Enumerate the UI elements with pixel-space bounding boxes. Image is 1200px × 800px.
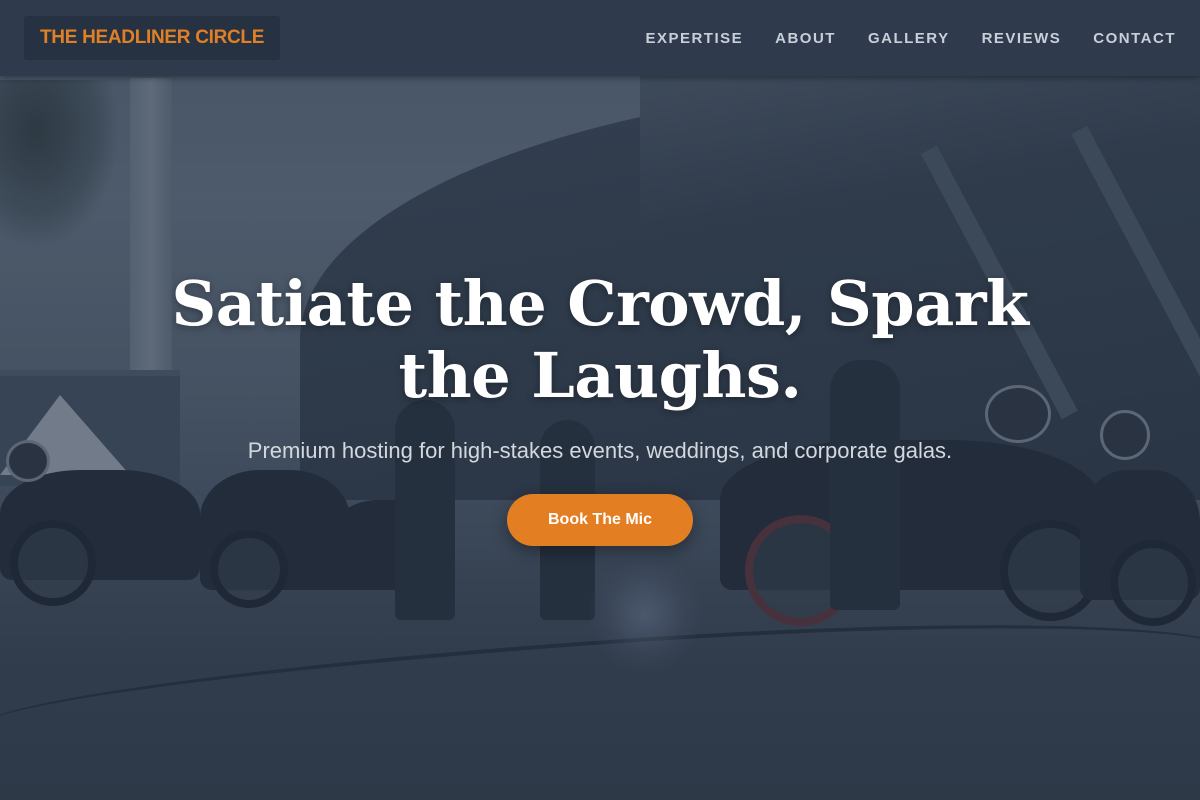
nav-link-contact[interactable]: CONTACT [1093,30,1176,47]
hero-section: Satiate the Crowd, Spark the Laughs. Pre… [0,76,1200,800]
nav-link-about[interactable]: ABOUT [775,30,836,47]
nav-link-gallery[interactable]: GALLERY [868,30,950,47]
main-nav: EXPERTISE ABOUT GALLERY REVIEWS CONTACT [645,0,1176,76]
site-header: THE HEADLINER CIRCLE EXPERTISE ABOUT GAL… [0,0,1200,76]
nav-link-reviews[interactable]: REVIEWS [982,30,1062,47]
hero-subtitle: Premium hosting for high-stakes events, … [247,438,953,463]
hero-title: Satiate the Crowd, Spark the Laughs. [171,267,1029,412]
logo-text: THE HEADLINER CIRCLE [40,27,265,48]
nav-link-expertise[interactable]: EXPERTISE [645,30,743,47]
book-the-mic-button[interactable]: Book The Mic [507,494,693,546]
landing-page: THE HEADLINER CIRCLE EXPERTISE ABOUT GAL… [0,0,1200,800]
logo[interactable]: THE HEADLINER CIRCLE [24,16,281,60]
